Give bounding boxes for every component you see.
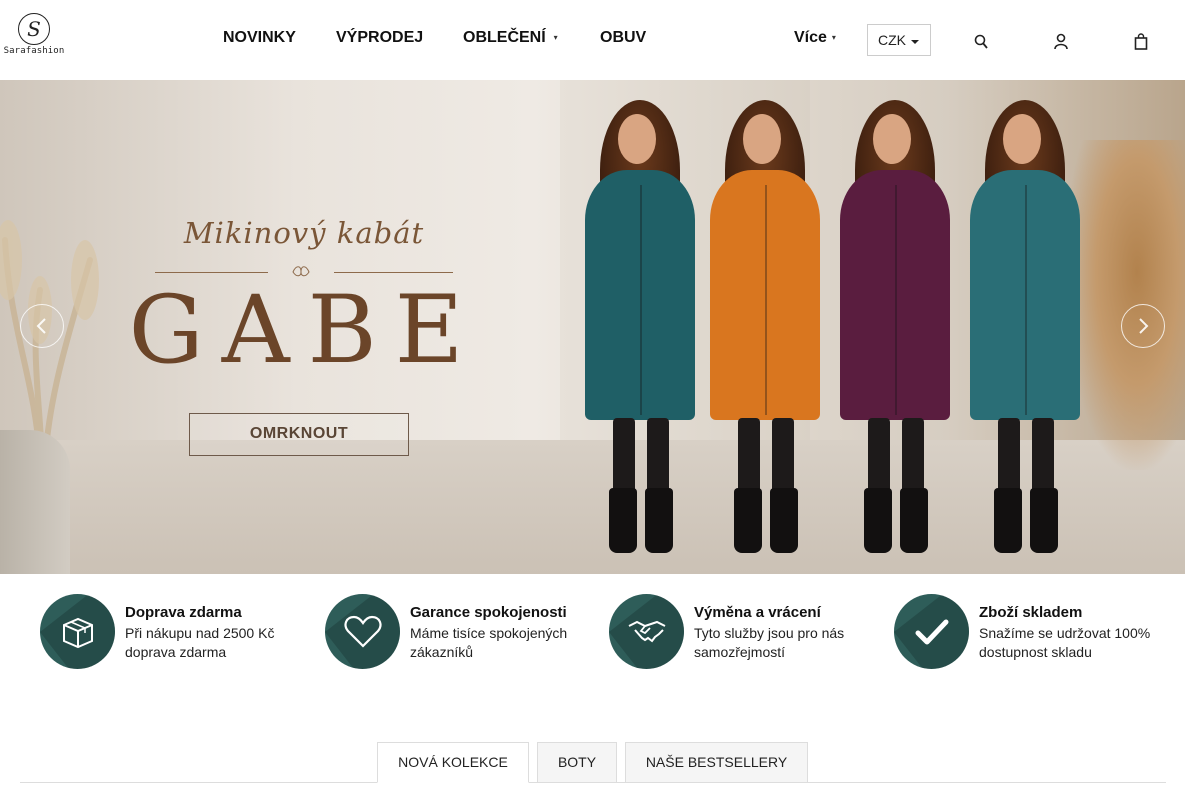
currency-select[interactable]: CZK: [867, 24, 931, 56]
search-icon[interactable]: [974, 33, 988, 51]
tab-boty[interactable]: BOTY: [537, 742, 617, 783]
feature-text: Snažíme se udržovat 100% dostupnost skla…: [979, 625, 1151, 660]
chevron-left-icon: [36, 318, 46, 334]
brand-logo[interactable]: S Sarafashion: [3, 13, 65, 57]
coat-zip: [1025, 185, 1027, 415]
nav-item-obuv[interactable]: OBUV: [600, 29, 646, 47]
caret-down-icon: [911, 40, 919, 44]
carousel-next-button[interactable]: [1121, 304, 1165, 348]
feature-text: Tyto služby jsou pro nás samozřejmostí: [694, 625, 845, 660]
hero-subtitle: Mikinový kabát: [183, 216, 425, 250]
hero-cta-button[interactable]: OMRKNOUT: [189, 413, 409, 456]
check-icon: [915, 619, 949, 645]
feature-text: Máme tisíce spokojených zákazníků: [410, 625, 568, 660]
feature-free-shipping: Doprava zdarma Při nákupu nad 2500 Kč do…: [40, 594, 310, 674]
site-header: S Sarafashion NOVINKY VÝPRODEJ OBLEČENÍ ▾…: [0, 0, 1185, 80]
feature-in-stock: Zboží skladem Snažíme se udržovat 100% d…: [894, 594, 1164, 674]
nav-item-label: OBUV: [600, 29, 647, 46]
hero-divider-left: [155, 272, 268, 273]
feature-icon-circle: [609, 594, 684, 669]
more-menu-label: Více: [794, 29, 827, 46]
chevron-right-icon: [1139, 318, 1149, 334]
feature-icon-circle: [894, 594, 969, 669]
chevron-down-icon: ▾: [831, 33, 836, 43]
coat-zip: [640, 185, 642, 415]
nav-item-label: NOVINKY: [223, 29, 296, 46]
vase-decoration: [0, 430, 70, 574]
currency-value: CZK: [878, 32, 906, 48]
feature-text: Při nákupu nad 2500 Kč doprava zdarma: [125, 625, 275, 660]
model-boot: [770, 488, 798, 553]
hero-divider-right: [334, 272, 453, 273]
feature-title: Garance spokojenosti: [410, 604, 567, 621]
feature-satisfaction: Garance spokojenosti Máme tisíce spokoje…: [325, 594, 595, 674]
nav-item-novinky[interactable]: NOVINKY: [223, 29, 296, 47]
feature-title: Výměna a vrácení: [694, 604, 821, 621]
model-boot: [994, 488, 1022, 553]
nav-item-label: VÝPRODEJ: [336, 29, 424, 46]
carousel-prev-button[interactable]: [20, 304, 64, 348]
handshake-icon: [628, 620, 666, 643]
coat-zip: [895, 185, 897, 415]
hero-title: GABE: [128, 276, 482, 385]
heart-icon: [344, 615, 382, 648]
logo-text: Sarafashion: [3, 46, 65, 56]
feature-title: Zboží skladem: [979, 604, 1083, 621]
feature-title: Doprava zdarma: [125, 604, 242, 621]
model-face: [743, 114, 781, 164]
logo-letter: S: [27, 17, 41, 41]
tab-nova-kolekce[interactable]: NOVÁ KOLEKCE: [377, 742, 529, 783]
feature-icon-circle: [40, 594, 115, 669]
nav-item-label: OBLEČENÍ: [463, 29, 546, 46]
hero-banner[interactable]: Mikinový kabát GABE OMRKNOUT: [0, 80, 1185, 574]
user-icon[interactable]: [1054, 33, 1068, 51]
cart-icon[interactable]: [1134, 33, 1148, 51]
features-bar: Doprava zdarma Při nákupu nad 2500 Kč do…: [0, 574, 1185, 684]
model-boot: [645, 488, 673, 553]
nav-item-obleceni[interactable]: OBLEČENÍ ▾: [463, 29, 558, 47]
nav-item-vyprodej[interactable]: VÝPRODEJ: [336, 29, 423, 47]
hero-tree: [1065, 140, 1185, 470]
coat-zip: [765, 185, 767, 415]
more-menu[interactable]: Více ▾: [794, 29, 836, 47]
feature-icon-circle: [325, 594, 400, 669]
box-icon: [63, 617, 93, 649]
feature-returns: Výměna a vrácení Tyto služby jsou pro ná…: [609, 594, 879, 674]
model-boot: [900, 488, 928, 553]
chevron-down-icon: ▾: [553, 33, 558, 43]
model-boot: [1030, 488, 1058, 553]
model-boot: [864, 488, 892, 553]
model-face: [873, 114, 911, 164]
model-boot: [609, 488, 637, 553]
tab-nase-bestsellery[interactable]: NAŠE BESTSELLERY: [625, 742, 808, 783]
model-face: [618, 114, 656, 164]
model-boot: [734, 488, 762, 553]
model-face: [1003, 114, 1041, 164]
